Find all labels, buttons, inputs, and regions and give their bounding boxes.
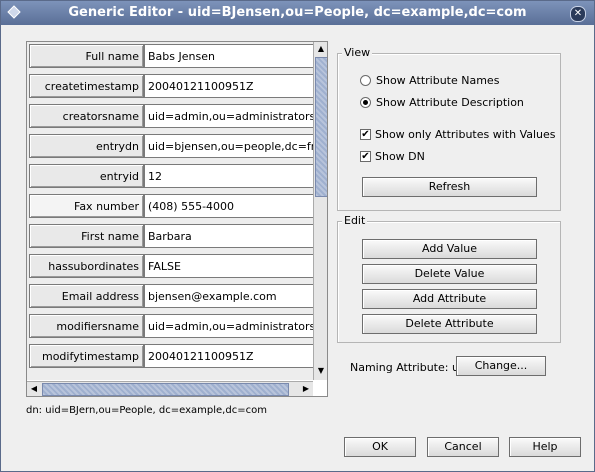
edit-group-title: Edit xyxy=(342,214,368,227)
checkbox-checked-icon: ✔ xyxy=(360,151,371,162)
dn-status-text: dn: uid=BJern,ou=People, dc=example,dc=c… xyxy=(26,405,267,416)
help-button[interactable]: Help xyxy=(509,437,581,457)
attribute-name: entryid xyxy=(29,164,144,188)
title-bar[interactable]: Generic Editor - uid=BJensen,ou=People, … xyxy=(1,1,594,25)
attribute-name: Full name xyxy=(29,44,144,68)
attribute-value-field[interactable]: 12 xyxy=(144,164,313,188)
scroll-right-icon[interactable]: ▶ xyxy=(299,382,313,396)
show-attribute-description-radio[interactable]: Show Attribute Description xyxy=(360,96,524,109)
refresh-button[interactable]: Refresh xyxy=(362,177,537,197)
show-only-with-values-checkbox[interactable]: ✔ Show only Attributes with Values xyxy=(360,128,556,141)
show-only-with-values-label: Show only Attributes with Values xyxy=(375,128,556,141)
horizontal-scrollbar[interactable]: ◀ ▶ xyxy=(27,381,313,396)
horizontal-scroll-thumb[interactable] xyxy=(42,383,289,396)
attribute-table: Full name Babs Jensen createtimestamp 20… xyxy=(26,41,328,397)
attribute-name: Fax number xyxy=(29,194,144,218)
show-dn-checkbox[interactable]: ✔ Show DN xyxy=(360,150,425,163)
attribute-name: creatorsname xyxy=(29,104,144,128)
attribute-name: modifytimestamp xyxy=(29,344,144,368)
attribute-value-field[interactable]: uid=admin,ou=administrators,ou=to xyxy=(144,314,313,338)
add-attribute-button[interactable]: Add Attribute xyxy=(362,289,537,309)
table-row: creatorsname uid=admin,ou=administrators… xyxy=(27,103,313,131)
window-title: Generic Editor - uid=BJensen,ou=People, … xyxy=(68,5,527,20)
attribute-name: Email address xyxy=(29,284,144,308)
view-group: View Show Attribute Names Show Attribute… xyxy=(337,46,561,211)
show-attribute-names-label: Show Attribute Names xyxy=(376,74,500,87)
table-row: modifytimestamp 20040121100951Z xyxy=(27,343,313,371)
table-row: modifiersname uid=admin,ou=administrator… xyxy=(27,313,313,341)
table-row: First name Barbara xyxy=(27,223,313,251)
attribute-value-field[interactable]: FALSE xyxy=(144,254,313,278)
delete-attribute-button[interactable]: Delete Attribute xyxy=(362,314,537,334)
attribute-value-field[interactable]: uid=bjensen,ou=people,dc=france xyxy=(144,134,313,158)
attribute-name: entrydn xyxy=(29,134,144,158)
table-row: Full name Babs Jensen xyxy=(27,43,313,71)
close-icon[interactable]: ✕ xyxy=(570,6,586,22)
vertical-scrollbar[interactable]: ▲ ▼ xyxy=(313,42,327,380)
edit-group: Edit Add Value Delete Value Add Attribut… xyxy=(337,214,561,343)
attribute-value-field[interactable]: 20040121100951Z xyxy=(144,344,313,368)
attribute-value-field[interactable]: uid=admin,ou=administrators,ou=to xyxy=(144,104,313,128)
show-attribute-names-radio[interactable]: Show Attribute Names xyxy=(360,74,499,87)
show-dn-label: Show DN xyxy=(375,150,425,163)
attribute-value-field[interactable]: (408) 555-4000 xyxy=(144,194,313,218)
attribute-rows: Full name Babs Jensen createtimestamp 20… xyxy=(27,42,313,380)
scroll-down-icon[interactable]: ▼ xyxy=(314,364,327,378)
change-naming-button[interactable]: Change... xyxy=(456,356,546,376)
show-attribute-description-label: Show Attribute Description xyxy=(376,96,524,109)
attribute-name: First name xyxy=(29,224,144,248)
table-row: hassubordinates FALSE xyxy=(27,253,313,281)
table-row: entrydn uid=bjensen,ou=people,dc=france xyxy=(27,133,313,161)
add-value-button[interactable]: Add Value xyxy=(362,239,537,259)
vertical-scroll-thumb[interactable] xyxy=(315,57,327,197)
table-row: entryid 12 xyxy=(27,163,313,191)
attribute-name: hassubordinates xyxy=(29,254,144,278)
table-row: Email address bjensen@example.com xyxy=(27,283,313,311)
attribute-value-field[interactable]: bjensen@example.com xyxy=(144,284,313,308)
checkbox-checked-icon: ✔ xyxy=(360,129,371,140)
ok-button[interactable]: OK xyxy=(344,437,416,457)
radio-button-icon xyxy=(360,75,371,86)
delete-value-button[interactable]: Delete Value xyxy=(362,264,537,284)
attribute-value-field[interactable]: Babs Jensen xyxy=(144,44,313,68)
generic-editor-window: Generic Editor - uid=BJensen,ou=People, … xyxy=(0,0,595,472)
table-row: Fax number (408) 555-4000 xyxy=(27,193,313,221)
attribute-name: modifiersname xyxy=(29,314,144,338)
view-group-title: View xyxy=(342,46,373,59)
attribute-value-field[interactable]: 20040121100951Z xyxy=(144,74,313,98)
scroll-left-icon[interactable]: ◀ xyxy=(27,382,41,396)
attribute-value-field[interactable]: Barbara xyxy=(144,224,313,248)
table-row: createtimestamp 20040121100951Z xyxy=(27,73,313,101)
naming-attribute-label: Naming Attribute: uid xyxy=(350,361,469,374)
radio-button-selected-icon xyxy=(360,97,371,108)
scroll-up-icon[interactable]: ▲ xyxy=(314,42,327,56)
attribute-name: createtimestamp xyxy=(29,74,144,98)
cancel-button[interactable]: Cancel xyxy=(427,437,499,457)
